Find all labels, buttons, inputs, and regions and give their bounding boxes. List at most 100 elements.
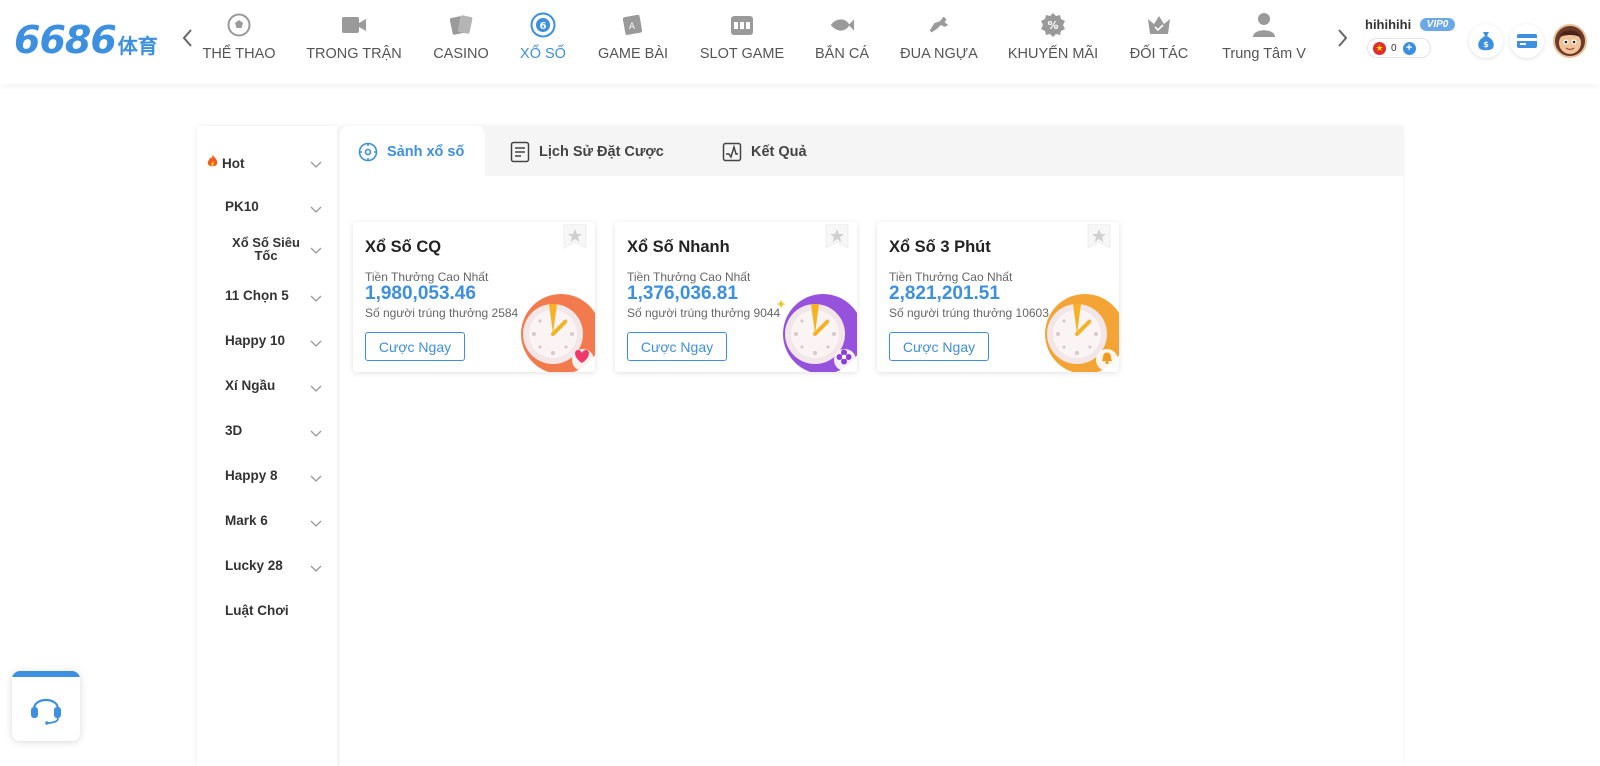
nav-label: CASINO <box>433 46 489 62</box>
sidebar-item-happy-8[interactable]: Happy 8 <box>197 464 337 488</box>
bet-now-button[interactable]: Cược Ngay <box>365 332 465 361</box>
sidebar-item-xi-ngau[interactable]: Xí Ngầu <box>197 374 337 398</box>
nav-item-game-bai[interactable]: A GAME BÀI <box>598 0 668 84</box>
nav-item-slot-game[interactable]: SLOT GAME <box>700 0 784 84</box>
support-accent-bar <box>12 671 80 677</box>
nav-item-trong-tran[interactable]: TRONG TRẬN <box>306 0 402 84</box>
lottery-ball-icon: 6 <box>530 12 556 38</box>
card-subtitle: Tiền Thưởng Cao Nhất <box>365 270 489 284</box>
nav-label: XỔ SỐ <box>520 46 566 62</box>
card-title: Xổ Số CQ <box>365 238 442 256</box>
favorite-button[interactable] <box>1087 223 1111 250</box>
chevron-down-icon <box>310 520 322 527</box>
sidebar-item-pk10[interactable]: PK10 <box>197 195 337 219</box>
svg-text:$: $ <box>1483 40 1489 49</box>
nav-item-casino[interactable]: CASINO <box>432 0 490 84</box>
tab-label: Sảnh xổ số <box>387 144 465 160</box>
card-game-icon: A <box>620 12 646 38</box>
crown-icon <box>1146 12 1172 38</box>
sidebar-item-lucky-28[interactable]: Lucky 28 <box>197 554 337 578</box>
star-bookmark-icon <box>563 223 587 249</box>
sidebar-item-luat-choi[interactable]: Luật Chơi <box>197 599 337 623</box>
nav-item-dua-ngua[interactable]: ĐUA NGỰA <box>900 0 978 84</box>
chevron-down-icon <box>310 565 322 572</box>
nav-label: Trung Tâm V <box>1222 46 1306 62</box>
video-camera-icon <box>341 12 367 38</box>
nav-item-doi-tac[interactable]: ĐỐI TÁC <box>1128 0 1190 84</box>
nav-item-khuyen-mai[interactable]: % KHUYẾN MÃI <box>1008 0 1098 84</box>
sidebar-item-happy-10[interactable]: Happy 10 <box>197 329 337 353</box>
nav-item-trung-tam[interactable]: Trung Tâm V <box>1218 0 1310 84</box>
sidebar-item-label: Xí Ngầu <box>225 378 276 393</box>
nav-next-button[interactable] <box>1335 28 1351 52</box>
nav-prev-button[interactable] <box>179 28 195 52</box>
sidebar: Hot PK10 Xổ Số Siêu Tốc 11 Chọn 5 Happy … <box>197 126 337 766</box>
avatar[interactable] <box>1553 24 1587 58</box>
user-info: hihihihi VIP0 ★ 0 + <box>1365 16 1456 58</box>
card-prize-amount: 1,376,036.81 <box>627 283 738 304</box>
sidebar-item-text: Hot <box>222 156 245 171</box>
sidebar-item-11-chon-5[interactable]: 11 Chọn 5 <box>197 284 337 308</box>
bet-now-button[interactable]: Cược Ngay <box>627 332 727 361</box>
bet-now-button[interactable]: Cược Ngay <box>889 332 989 361</box>
sidebar-item-label: Lucky 28 <box>225 558 283 573</box>
card-title: Xổ Số 3 Phút <box>889 238 991 256</box>
sidebar-item-label: PK10 <box>225 199 259 214</box>
lottery-card-cq[interactable]: Xổ Số CQ Tiền Thưởng Cao Nhất 1,980,053.… <box>353 222 595 372</box>
document-icon <box>510 141 530 163</box>
sidebar-item-label: Luật Chơi <box>225 603 289 618</box>
card-winners-count: Số người trúng thưởng 2584 <box>365 306 519 320</box>
nav-label: TRONG TRẬN <box>306 46 402 62</box>
flame-icon <box>206 154 219 171</box>
card-icon <box>1517 34 1537 48</box>
tab-ket-qua[interactable]: Kết Quả <box>722 126 807 178</box>
sidebar-item-label: Happy 8 <box>225 468 278 483</box>
nav-label: THỂ THAO <box>202 46 276 62</box>
target-icon <box>358 142 378 162</box>
clock-illustration <box>513 292 595 372</box>
tab-lich-su-dat-cuoc[interactable]: Lịch Sử Đặt Cược <box>510 126 664 178</box>
sidebar-item-xo-so-sieu-toc[interactable]: Xổ Số Siêu Tốc <box>197 234 337 266</box>
chevron-down-icon <box>310 161 322 168</box>
deposit-plus-button[interactable]: + <box>1402 41 1416 55</box>
sidebar-item-label: Hot <box>206 154 245 171</box>
nav-item-the-thao[interactable]: THỂ THAO <box>202 0 276 84</box>
balance-box[interactable]: ★ 0 + <box>1367 38 1431 58</box>
heart-icon <box>575 350 589 363</box>
nav-item-xo-so[interactable]: 6 XỔ SỐ <box>520 0 566 84</box>
balance-value: 0 <box>1391 42 1397 54</box>
money-bag-icon: $ <box>1478 32 1494 51</box>
chevron-down-icon <box>310 475 322 482</box>
star-bookmark-icon <box>1087 223 1111 249</box>
star-bookmark-icon <box>825 223 849 249</box>
nav-label: ĐUA NGỰA <box>900 46 978 62</box>
vietnam-flag-icon: ★ <box>1373 41 1386 55</box>
user-icon <box>1251 12 1277 38</box>
sidebar-item-label: 11 Chọn 5 <box>225 288 289 303</box>
favorite-button[interactable] <box>825 223 849 250</box>
lottery-card-nhanh[interactable]: Xổ Số Nhanh Tiền Thưởng Cao Nhất 1,376,0… <box>615 222 857 372</box>
sidebar-item-mark-6[interactable]: Mark 6 <box>197 509 337 533</box>
favorite-button[interactable] <box>563 223 587 250</box>
card-winners-count: Số người trúng thưởng 9044 <box>627 306 781 320</box>
nav-label: ĐỐI TÁC <box>1129 46 1189 62</box>
lottery-card-3-phut[interactable]: Xổ Số 3 Phút Tiền Thưởng Cao Nhất 2,821,… <box>877 222 1119 372</box>
sidebar-item-label: Mark 6 <box>225 513 268 528</box>
soccer-ball-icon <box>226 12 252 38</box>
tab-sanh-xo-so[interactable]: Sảnh xổ số <box>340 126 485 178</box>
main-content: Sảnh xổ số Lịch Sử Đặt Cược Kết Quả Xổ S… <box>340 126 1403 766</box>
nav-label: SLOT GAME <box>699 46 785 62</box>
username: hihihihi <box>1365 17 1412 32</box>
svg-text:%: % <box>1047 19 1058 32</box>
sidebar-item-3d[interactable]: 3D <box>197 419 337 443</box>
deposit-button[interactable]: $ <box>1469 24 1503 58</box>
customer-support-button[interactable] <box>12 671 80 741</box>
vip-badge: VIP0 <box>1419 18 1456 32</box>
headset-icon <box>31 698 61 725</box>
sidebar-item-hot[interactable]: Hot <box>197 150 337 174</box>
nav-item-ban-ca[interactable]: BẮN CÁ <box>814 0 870 84</box>
wallet-card-button[interactable] <box>1510 24 1544 58</box>
logo[interactable]: 6686 体育 <box>14 18 158 62</box>
chart-icon <box>722 142 742 162</box>
main-nav: THỂ THAO TRONG TRẬN CASINO 6 XỔ SỐ A GAM… <box>200 0 1320 84</box>
